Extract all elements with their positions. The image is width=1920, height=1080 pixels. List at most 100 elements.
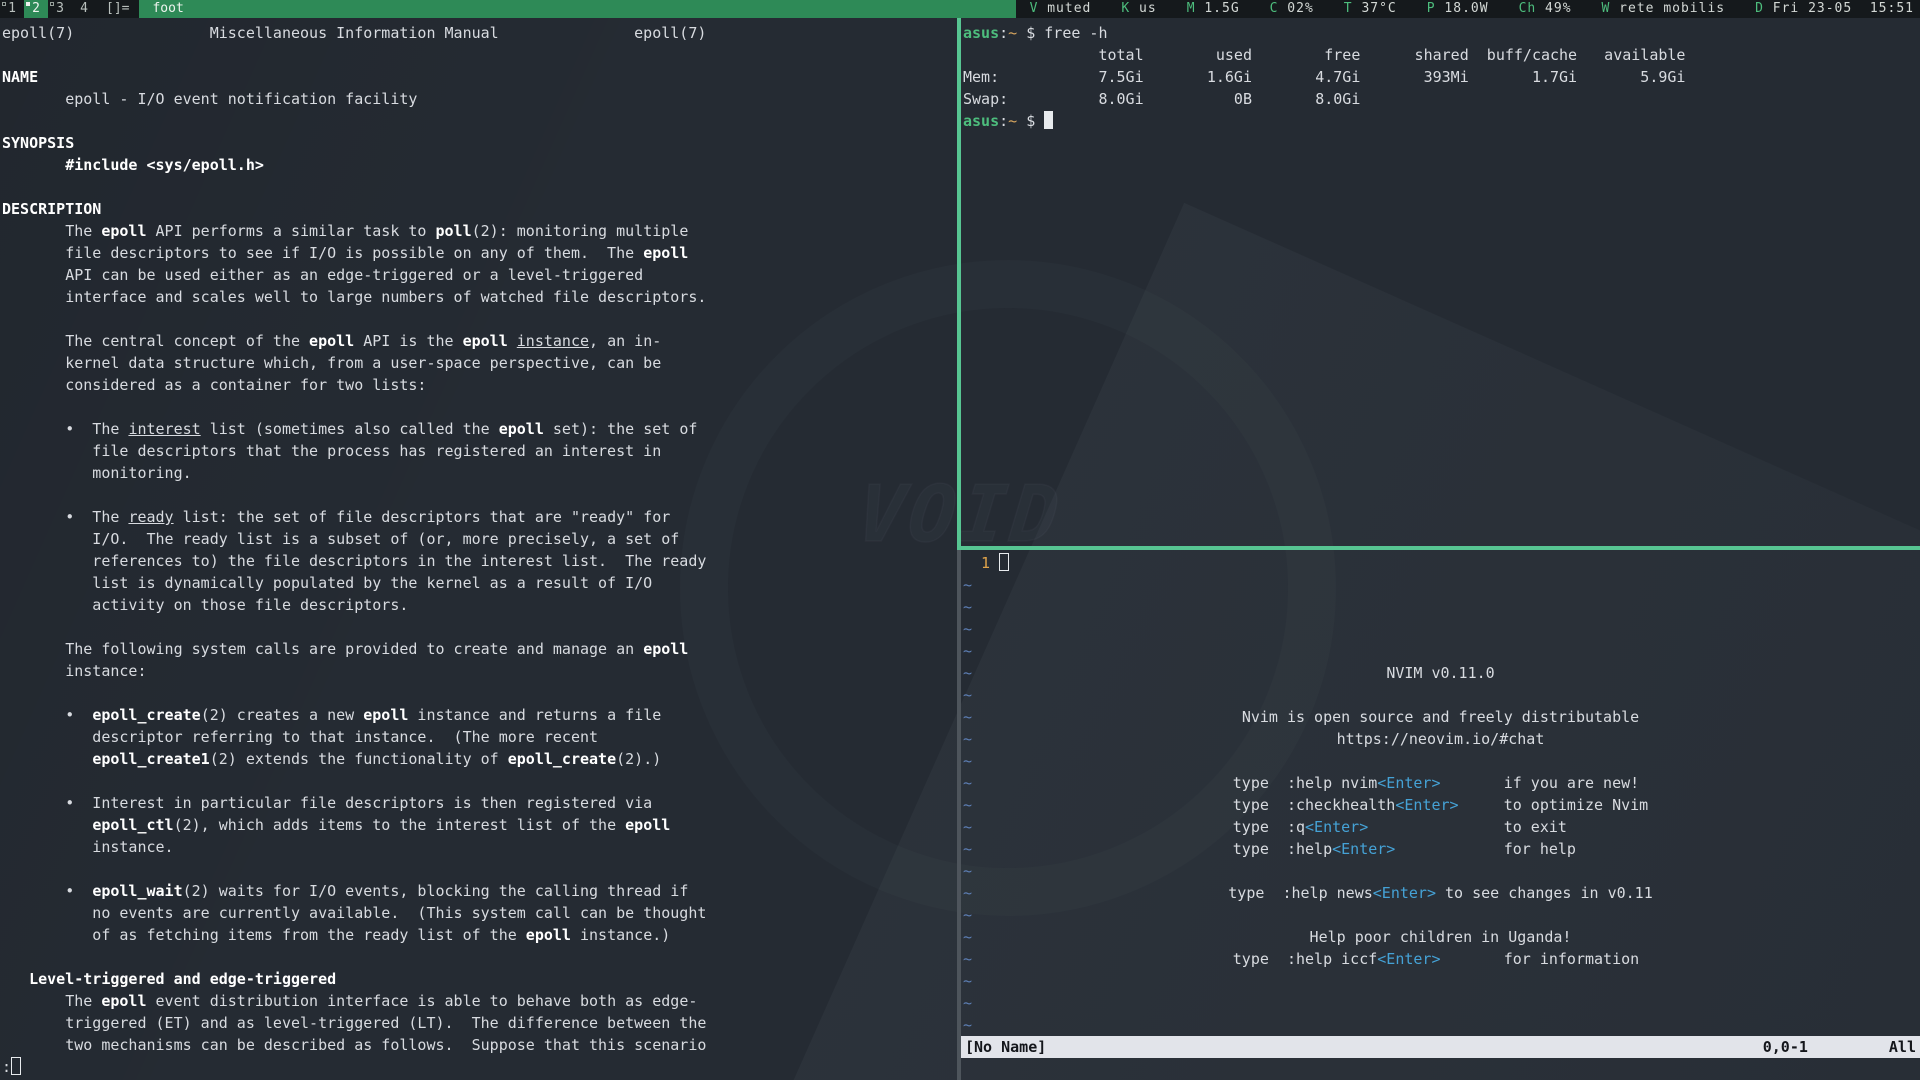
status-module-k: K us (1121, 0, 1156, 18)
tag-client-indicator (2, 2, 6, 6)
text-segment: epoll_wait (92, 882, 182, 900)
workspace-tags: 1 2 34 (0, 0, 96, 18)
text-segment: • Interest in particular file descriptor… (2, 794, 652, 812)
text-segment: NAME (2, 68, 38, 86)
window-title: foot (139, 0, 1015, 18)
man-line: list is dynamically populated by the ker… (2, 572, 957, 594)
workspace-tag-4[interactable]: 4 (72, 0, 96, 18)
man-line: DESCRIPTION (2, 198, 957, 220)
text-segment: type :help nvim (1233, 774, 1378, 792)
terminal-command-line: asus:~ $ free -h (963, 22, 1920, 44)
prompt-separator: : (999, 112, 1008, 130)
man-line: • epoll_wait(2) waits for I/O events, bl… (2, 880, 957, 902)
tilde: ~ (963, 576, 972, 594)
nvim-row: ~Nvim is open source and freely distribu… (961, 706, 1920, 728)
tag-label: 1 (8, 1, 16, 16)
workspace-tag-3[interactable]: 3 (48, 0, 72, 18)
neovim-window[interactable]: 1 ~~~~~NVIM v0.11.0~~Nvim is open source… (961, 550, 1920, 1080)
status-module-d: D Fri 23-05 15:51 (1755, 0, 1914, 18)
man-line (2, 682, 957, 704)
text-segment: type :help (1233, 840, 1332, 858)
man-line: file descriptors to see if I/O is possib… (2, 242, 957, 264)
text-segment: type :help iccf (1233, 950, 1378, 968)
cursor (1044, 111, 1053, 129)
nvim-row: ~ (961, 750, 1920, 772)
text-segment: instance. (2, 838, 174, 856)
nvim-row: ~ (961, 618, 1920, 640)
nvim-row: ~Help poor children in Uganda! (961, 926, 1920, 948)
text-segment: I/O. The ready list is a subset of (or, … (2, 530, 679, 548)
text-segment: epoll (101, 992, 146, 1010)
terminal-man-epoll[interactable]: epoll(7) Miscellaneous Information Manua… (0, 18, 957, 1080)
man-line: epoll - I/O event notification facility (2, 88, 957, 110)
text-segment: descriptor referring to that instance. (… (2, 728, 598, 746)
text-segment: type :help news (1228, 884, 1373, 902)
prompt-symbol: $ (1017, 112, 1044, 130)
text-segment: The (2, 222, 101, 240)
text-segment: • The (2, 420, 128, 438)
text-segment: type :checkhealth (1233, 796, 1396, 814)
text-segment: <Enter> (1377, 774, 1440, 792)
text-segment: SYNOPSIS (2, 134, 74, 152)
text-segment: event distribution interface is able to … (147, 992, 698, 1010)
man-line (2, 770, 957, 792)
prompt-path: ~ (1008, 112, 1017, 130)
text-segment: https://neovim.io/#chat (1337, 730, 1545, 748)
status-value: 1.5G (1196, 1, 1240, 16)
workspace-tag-1[interactable]: 1 (0, 0, 24, 18)
prompt-user: asus (963, 112, 999, 130)
neovim-statusline: [No Name] 0,0-1All (961, 1036, 1920, 1058)
focused-window-border-left (957, 18, 961, 546)
man-line: monitoring. (2, 462, 957, 484)
terminal-free[interactable]: asus:~ $ free -h total used free shared … (961, 18, 1920, 546)
terminal-prompt-line: asus:~ $ (963, 110, 1920, 132)
statusline-ruler: 0,0-1All (1763, 1036, 1916, 1058)
text-segment: of as fetching items from the ready list… (2, 926, 526, 944)
text-segment: API is the (354, 332, 462, 350)
nvim-intro-line: NVIM v0.11.0 (961, 662, 1920, 684)
man-line: two mechanisms can be described as follo… (2, 1034, 957, 1056)
text-segment: instance.) (571, 926, 670, 944)
text-segment: <Enter> (1332, 840, 1395, 858)
nvim-row: ~NVIM v0.11.0 (961, 662, 1920, 684)
text-segment (508, 332, 517, 350)
tilde: ~ (963, 620, 972, 638)
text-segment: triggered (ET) and as level-triggered (L… (2, 1014, 706, 1032)
status-bar: 1234 []= foot V mutedK usM 1.5GC 02%T 37… (0, 0, 1920, 18)
pager-prompt: : (2, 1058, 11, 1076)
man-line: triggered (ET) and as level-triggered (L… (2, 1012, 957, 1034)
man-line: • The ready list: the set of file descri… (2, 506, 957, 528)
focused-window-border-bottom (957, 546, 1920, 550)
text-segment: interface and scales well to large numbe… (2, 288, 706, 306)
text-segment: list: the set of file descriptors that a… (174, 508, 671, 526)
nvim-row: ~type :q<Enter> to exit (961, 816, 1920, 838)
nvim-row: ~type :checkhealth<Enter> to optimize Nv… (961, 794, 1920, 816)
man-line (2, 484, 957, 506)
tilde: ~ (963, 752, 972, 770)
terminal-output-line: Mem: 7.5Gi 1.6Gi 4.7Gi 393Mi 1.7Gi 5.9Gi (963, 66, 1920, 88)
tag-label: 2 (32, 1, 40, 16)
workspace-tag-2[interactable]: 2 (24, 0, 48, 18)
text-segment: #include <sys/epoll.h> (65, 156, 264, 174)
tag-client-indicator (26, 2, 30, 6)
layout-symbol[interactable]: []= (96, 0, 139, 18)
prompt-symbol: $ (1017, 24, 1044, 42)
status-modules: V mutedK usM 1.5GC 02%T 37°CP 18.0WCh 49… (1016, 0, 1920, 18)
tag-label: 3 (56, 1, 64, 16)
tilde: ~ (963, 1016, 972, 1034)
text-segment: epoll_create (92, 706, 200, 724)
man-line: The following system calls are provided … (2, 638, 957, 660)
nvim-row: ~ (961, 574, 1920, 596)
nvim-row: ~ (961, 992, 1920, 1014)
status-module-m: M 1.5G (1187, 0, 1240, 18)
man-line: of as fetching items from the ready list… (2, 924, 957, 946)
text-segment: instance and returns a file (408, 706, 661, 724)
nvim-row: ~ (961, 860, 1920, 882)
status-module-p: P 18.0W (1427, 0, 1489, 18)
nvim-row: ~type :help news<Enter> to see changes i… (961, 882, 1920, 904)
man-line (2, 396, 957, 418)
man-line: • The interest list (sometimes also call… (2, 418, 957, 440)
text-segment: set): the set of (544, 420, 698, 438)
unfocused-window-border (957, 550, 961, 1080)
tilde: ~ (963, 642, 972, 660)
